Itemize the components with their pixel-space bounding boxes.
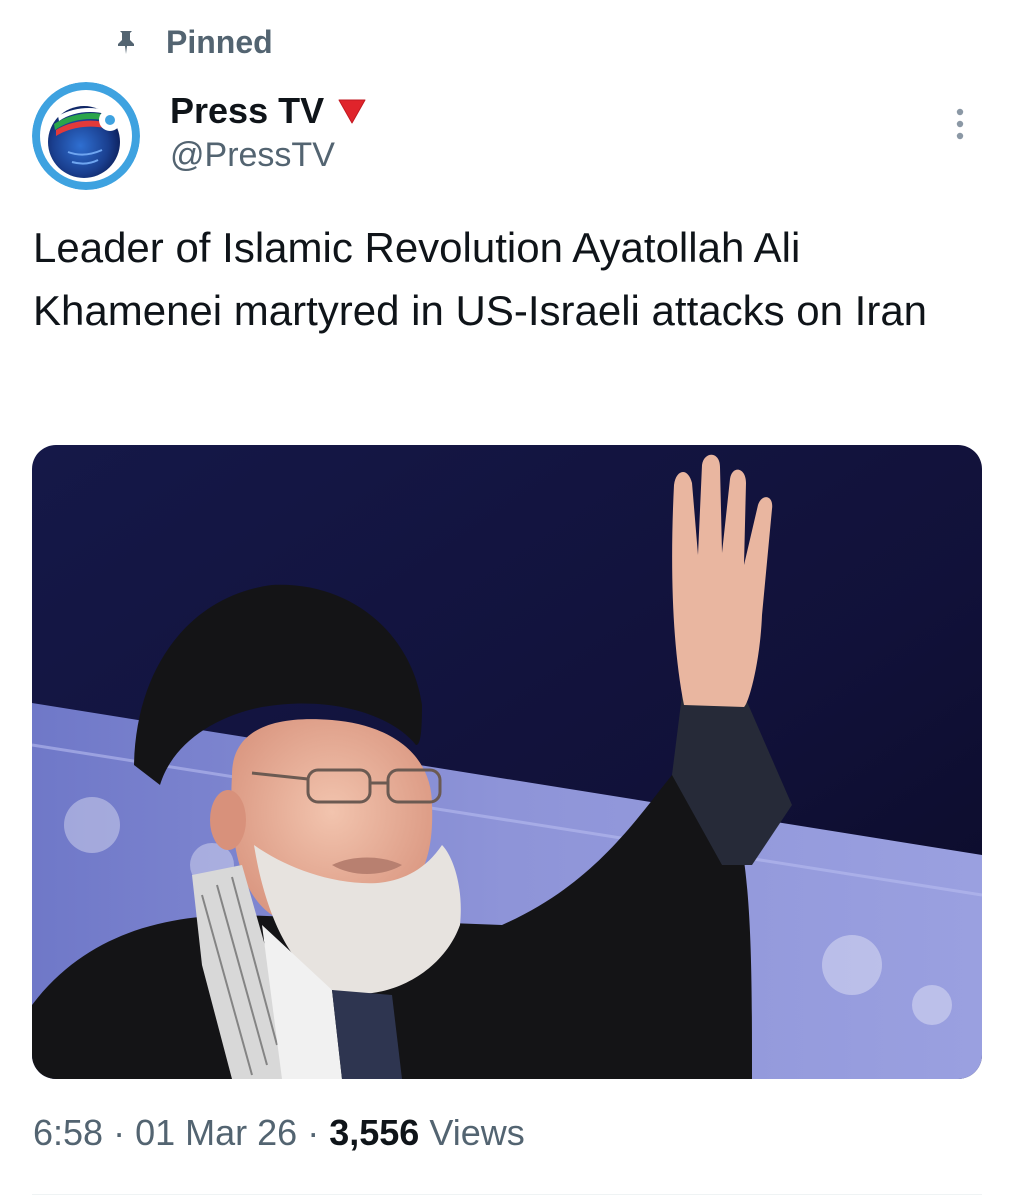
pinned-label: Pinned <box>166 23 273 60</box>
tweet-media-photo[interactable] <box>32 445 982 1079</box>
tweet-time[interactable]: 6:58 <box>33 1112 103 1153</box>
meta-separator: · <box>307 1112 320 1153</box>
photo-illustration <box>32 445 982 1079</box>
red-triangle-icon <box>336 96 368 126</box>
press-tv-logo <box>32 82 140 190</box>
views-count[interactable]: 3,556 <box>329 1112 419 1153</box>
tweet-text: Leader of Islamic Revolution Ayatollah A… <box>33 224 928 334</box>
more-options-button[interactable] <box>940 100 980 148</box>
pinned-indicator: Pinned <box>112 20 273 64</box>
divider <box>32 1194 982 1195</box>
more-vertical-icon <box>956 108 964 140</box>
author-handle[interactable]: @PressTV <box>170 136 368 175</box>
display-name-row: Press TV <box>170 88 368 134</box>
views-label: Views <box>429 1112 525 1153</box>
avatar[interactable] <box>32 82 140 190</box>
display-name[interactable]: Press TV <box>170 90 324 132</box>
tweet-meta: 6:58 · 01 Mar 26 · 3,556 Views <box>33 1112 525 1154</box>
pin-icon <box>112 28 140 56</box>
author-info[interactable]: Press TV @PressTV <box>170 88 368 175</box>
meta-separator: · <box>113 1112 126 1153</box>
tweet-date[interactable]: 01 Mar 26 <box>135 1112 297 1153</box>
